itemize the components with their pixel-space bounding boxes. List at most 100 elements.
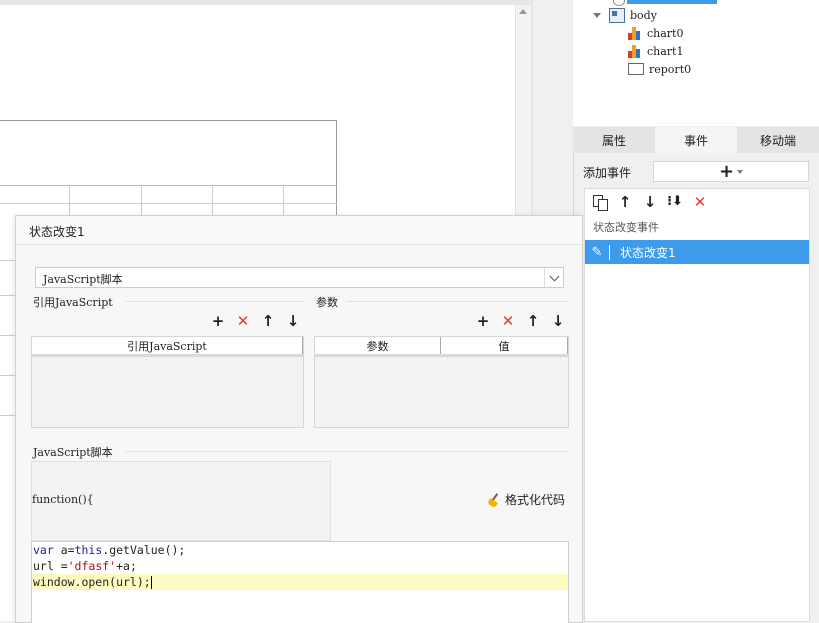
ref-add-button[interactable]: + — [209, 312, 227, 330]
code-token: 'dfasf' — [67, 559, 117, 573]
plus-icon: + — [211, 312, 225, 330]
tab-label: 属性 — [601, 133, 626, 148]
grid-line — [0, 295, 15, 296]
arrow-up-icon: ↑ — [618, 192, 632, 211]
format-code-label: 格式化代码 — [505, 493, 566, 507]
grid-line — [336, 120, 337, 220]
delete-icon: ✕ — [236, 312, 250, 330]
tree-item-chart1[interactable]: chart1 — [628, 43, 683, 59]
code-line: url ='dfasf'+a; — [32, 558, 568, 574]
arrow-down-icon: ↓ — [551, 312, 565, 330]
copy-button[interactable] — [590, 192, 610, 212]
add-event-dropdown[interactable]: + — [653, 161, 809, 182]
tree-item-body[interactable]: body — [593, 7, 657, 23]
move-up-button[interactable]: ↑ — [615, 192, 635, 212]
param-column-header[interactable]: 参数 — [315, 337, 441, 354]
body-icon — [609, 7, 625, 23]
param-delete-button[interactable]: ✕ — [499, 312, 517, 330]
grid-line — [69, 185, 70, 215]
grid-line — [141, 185, 142, 215]
code-token: this — [74, 543, 103, 557]
code-token: var — [33, 543, 54, 557]
add-event-row: 添加事件 + — [583, 161, 813, 183]
tab-mobile[interactable]: 移动端 — [737, 127, 819, 153]
chart-icon — [628, 26, 642, 40]
ref-up-button[interactable]: ↑ — [259, 312, 277, 330]
grid-line — [283, 185, 284, 215]
function-header-box: function(){ — [31, 461, 331, 541]
format-code-button[interactable]: 格式化代码 — [487, 491, 565, 508]
code-editor[interactable]: var a=this.getValue(); url ='dfasf'+a; w… — [31, 541, 569, 623]
chart-icon — [628, 44, 642, 58]
tree-selected-item[interactable] — [627, 0, 717, 4]
grid-line — [0, 375, 15, 376]
broom-icon — [487, 492, 501, 508]
tree-item-chart0[interactable]: chart0 — [628, 25, 683, 41]
grid-line — [0, 415, 15, 416]
code-token: window.open(url); — [33, 575, 151, 589]
plus-icon: + — [476, 312, 490, 330]
dialog-titlebar[interactable]: 状态改变1 — [16, 216, 582, 245]
component-tree: body chart0 chart1 report0 — [573, 0, 819, 126]
tab-label: 事件 — [683, 133, 708, 148]
event-toolbar: ↑ ↓ ⁝⬇ ✕ — [584, 188, 810, 215]
tab-properties[interactable]: 属性 — [573, 127, 655, 153]
grid-line — [0, 335, 15, 336]
type-select[interactable]: JavaScript脚本 — [35, 267, 564, 288]
arrow-down-icon: ↓ — [643, 192, 657, 211]
collapse-arrow-icon[interactable] — [593, 12, 601, 18]
add-event-label: 添加事件 — [583, 166, 632, 180]
scroll-up-icon[interactable] — [519, 9, 527, 14]
tree-item-report0[interactable]: report0 — [628, 61, 691, 77]
function-head: function(){ — [32, 493, 94, 506]
tab-events[interactable]: 事件 — [655, 127, 737, 153]
divider — [126, 451, 569, 452]
event-group-label: 状态改变事件 — [593, 221, 659, 234]
grid-line — [0, 260, 15, 261]
plus-icon: + — [718, 160, 735, 182]
ref-js-section-label: 引用JavaScript — [33, 296, 113, 309]
value-column-header[interactable]: 值 — [441, 337, 568, 354]
arrow-down-icon: ↓ — [286, 312, 300, 330]
delete-event-button[interactable]: ✕ — [690, 192, 710, 212]
event-item[interactable]: ✎ 状态改变1 — [585, 240, 809, 264]
event-list: 状态改变事件 ✎ 状态改变1 — [584, 214, 810, 622]
edit-icon: ✎ — [585, 244, 610, 260]
params-table[interactable]: 参数 值 — [314, 336, 569, 428]
param-up-button[interactable]: ↑ — [524, 312, 542, 330]
param-add-button[interactable]: + — [474, 312, 492, 330]
tab-label: 移动端 — [759, 133, 796, 148]
text-cursor — [150, 576, 152, 589]
divider — [126, 301, 304, 302]
type-select-value: JavaScript脚本 — [43, 273, 123, 286]
dialog-title: 状态改变1 — [29, 225, 85, 239]
chevron-down-icon[interactable] — [544, 268, 563, 287]
divider — [346, 301, 569, 302]
code-line-active: window.open(url); — [32, 574, 568, 590]
ref-delete-button[interactable]: ✕ — [234, 312, 252, 330]
sort-down-icon: ⁝⬇ — [667, 194, 683, 209]
sort-button[interactable]: ⁝⬇ — [665, 192, 685, 212]
copy-icon — [593, 194, 608, 211]
grid-line — [0, 203, 337, 204]
param-down-button[interactable]: ↓ — [549, 312, 567, 330]
ref-down-button[interactable]: ↓ — [284, 312, 302, 330]
move-down-button[interactable]: ↓ — [640, 192, 660, 212]
tree-item-label: chart1 — [647, 44, 684, 58]
code-token: a= — [53, 543, 75, 557]
tree-item-label: report0 — [649, 62, 692, 76]
tree-item-label: chart0 — [647, 26, 684, 40]
code-line: var a=this.getValue(); — [32, 542, 568, 558]
arrow-up-icon: ↑ — [261, 312, 275, 330]
tree-item-label: body — [630, 8, 657, 22]
delete-icon: ✕ — [501, 312, 515, 330]
grid-line — [0, 120, 337, 121]
arrow-up-icon: ↑ — [526, 312, 540, 330]
ref-js-column-header[interactable]: 引用JavaScript — [32, 337, 303, 354]
report-icon — [628, 63, 644, 75]
code-token: url = — [33, 559, 68, 573]
ref-js-table[interactable]: 引用JavaScript — [31, 336, 304, 428]
delete-icon: ✕ — [693, 192, 707, 211]
code-token: +a; — [116, 559, 137, 573]
params-section-label: 参数 — [316, 296, 338, 309]
